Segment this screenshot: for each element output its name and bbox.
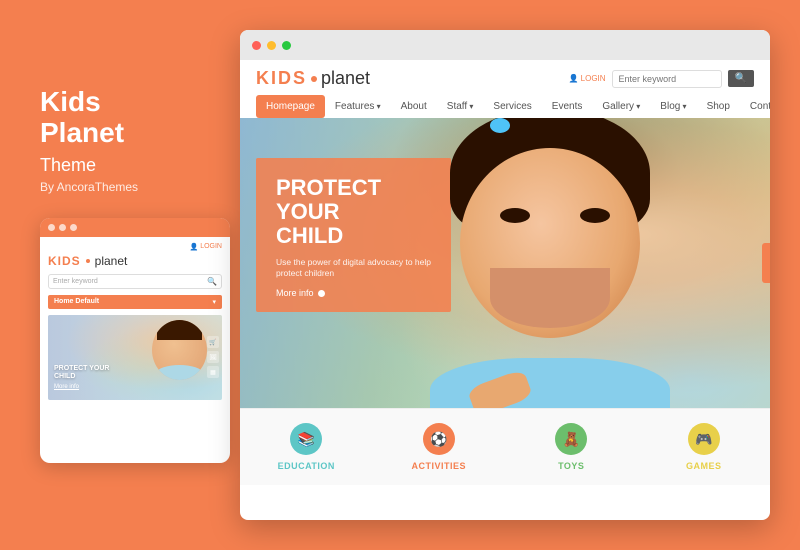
games-label: GAMES	[686, 461, 722, 471]
hero-title: PROTECT YOURCHILD	[276, 176, 431, 249]
mobile-nav-label: Home Default	[54, 298, 99, 305]
mobile-logo-kids: KIDS	[48, 254, 81, 268]
mobile-person-icon: 👤	[189, 243, 198, 251]
hero-more-dot	[318, 290, 325, 297]
hero-more-link[interactable]: More info	[276, 288, 431, 298]
mobile-hero-overlay: PROTECT YOURCHILD More info	[54, 365, 110, 390]
mobile-logo: KIDS planet	[48, 254, 222, 268]
browser-dot-red	[252, 41, 261, 50]
site-search-area: 👤 LOGIN 🔍	[569, 70, 754, 88]
category-activities[interactable]: ⚽ ACTIVITIES	[373, 409, 506, 485]
mobile-nav-dropdown[interactable]: Home Default ▾	[48, 295, 222, 309]
mobile-login-row: 👤 LOGIN	[48, 243, 222, 251]
hero-overlay-box: PROTECT YOURCHILD Use the power of digit…	[256, 158, 451, 312]
mobile-logo-separator	[86, 259, 90, 263]
hero-more-label: More info	[276, 288, 314, 298]
nav-item-events[interactable]: Events	[542, 95, 593, 118]
mobile-dot-1	[48, 224, 55, 231]
mobile-dot-3	[70, 224, 77, 231]
mobile-dot-2	[59, 224, 66, 231]
mobile-hero-icons: 🛒 🖼 ▦	[207, 336, 219, 378]
nav-item-features[interactable]: Features	[325, 95, 391, 118]
education-label: EDUCATION	[278, 461, 335, 471]
hero-child-face	[410, 118, 690, 408]
mobile-hero: PROTECT YOURCHILD More info 🛒 🖼 ▦	[48, 315, 222, 400]
theme-subtitle: Theme	[40, 155, 240, 176]
education-icon: 📚	[290, 423, 322, 455]
browser-mockup: KIDS planet 👤 LOGIN 🔍 Homepage Features	[240, 30, 770, 520]
site-categories: 📚 EDUCATION ⚽ ACTIVITIES 🧸 TOYS 🎮 GAMES	[240, 408, 770, 485]
site-header-top: KIDS planet 👤 LOGIN 🔍	[256, 68, 754, 89]
category-toys[interactable]: 🧸 TOYS	[505, 409, 638, 485]
hero-right-accent	[762, 243, 770, 283]
login-label: LOGIN	[581, 74, 606, 83]
site-nav: Homepage Features About Staff Services E…	[256, 95, 754, 118]
mobile-layout-icon[interactable]: ▦	[207, 366, 219, 378]
site-logo-kids: KIDS	[256, 68, 307, 89]
theme-title: KidsPlanet	[40, 87, 240, 149]
site-logo: KIDS planet	[256, 68, 370, 89]
activities-icon: ⚽	[423, 423, 455, 455]
mobile-search-row: Enter keyword 🔍	[48, 274, 222, 289]
nav-item-shop[interactable]: Shop	[697, 95, 740, 118]
mobile-image-icon[interactable]: 🖼	[207, 351, 219, 363]
mobile-body: 👤 LOGIN KIDS planet Enter keyword 🔍 Home…	[40, 237, 230, 406]
mobile-hero-text: PROTECT YOURCHILD	[54, 365, 110, 382]
mobile-search-icon[interactable]: 🔍	[207, 277, 217, 286]
nav-item-staff[interactable]: Staff	[437, 95, 484, 118]
toys-icon: 🧸	[555, 423, 587, 455]
hero-description: Use the power of digital advocacy to hel…	[276, 257, 431, 281]
mobile-nav-chevron-icon: ▾	[212, 298, 216, 306]
activities-label: ACTIVITIES	[411, 461, 466, 471]
mobile-cart-icon[interactable]: 🛒	[207, 336, 219, 348]
site-login[interactable]: 👤 LOGIN	[569, 74, 606, 83]
browser-dot-green	[282, 41, 291, 50]
games-icon: 🎮	[688, 423, 720, 455]
mobile-hero-link[interactable]: More info	[54, 384, 110, 390]
nav-item-blog[interactable]: Blog	[650, 95, 696, 118]
person-icon: 👤	[569, 74, 579, 83]
browser-bar	[240, 30, 770, 60]
nav-item-contacts[interactable]: Contacts	[740, 95, 770, 118]
site-search-input[interactable]	[612, 70, 722, 88]
browser-content: KIDS planet 👤 LOGIN 🔍 Homepage Features	[240, 60, 770, 520]
category-education[interactable]: 📚 EDUCATION	[240, 409, 373, 485]
toys-label: TOYS	[558, 461, 584, 471]
site-hero: PROTECT YOURCHILD Use the power of digit…	[240, 118, 770, 408]
mobile-search-placeholder: Enter keyword	[53, 278, 207, 285]
left-panel: KidsPlanet Theme By AncoraThemes 👤 LOGIN…	[40, 87, 240, 463]
browser-dot-yellow	[267, 41, 276, 50]
site-logo-separator	[311, 76, 317, 82]
mobile-child-illustration	[152, 320, 207, 380]
category-games[interactable]: 🎮 GAMES	[638, 409, 771, 485]
mobile-login-label[interactable]: LOGIN	[200, 243, 222, 250]
theme-author: By AncoraThemes	[40, 180, 240, 194]
mobile-top-bar	[40, 218, 230, 237]
site-search-button[interactable]: 🔍	[728, 70, 754, 87]
nav-item-about[interactable]: About	[391, 95, 437, 118]
mobile-logo-planet: planet	[95, 254, 128, 268]
nav-item-services[interactable]: Services	[483, 95, 541, 118]
site-header: KIDS planet 👤 LOGIN 🔍 Homepage Features	[240, 60, 770, 118]
nav-item-homepage[interactable]: Homepage	[256, 95, 325, 118]
mobile-mockup: 👤 LOGIN KIDS planet Enter keyword 🔍 Home…	[40, 218, 230, 463]
site-logo-planet: planet	[321, 68, 370, 89]
nav-item-gallery[interactable]: Gallery	[592, 95, 650, 118]
